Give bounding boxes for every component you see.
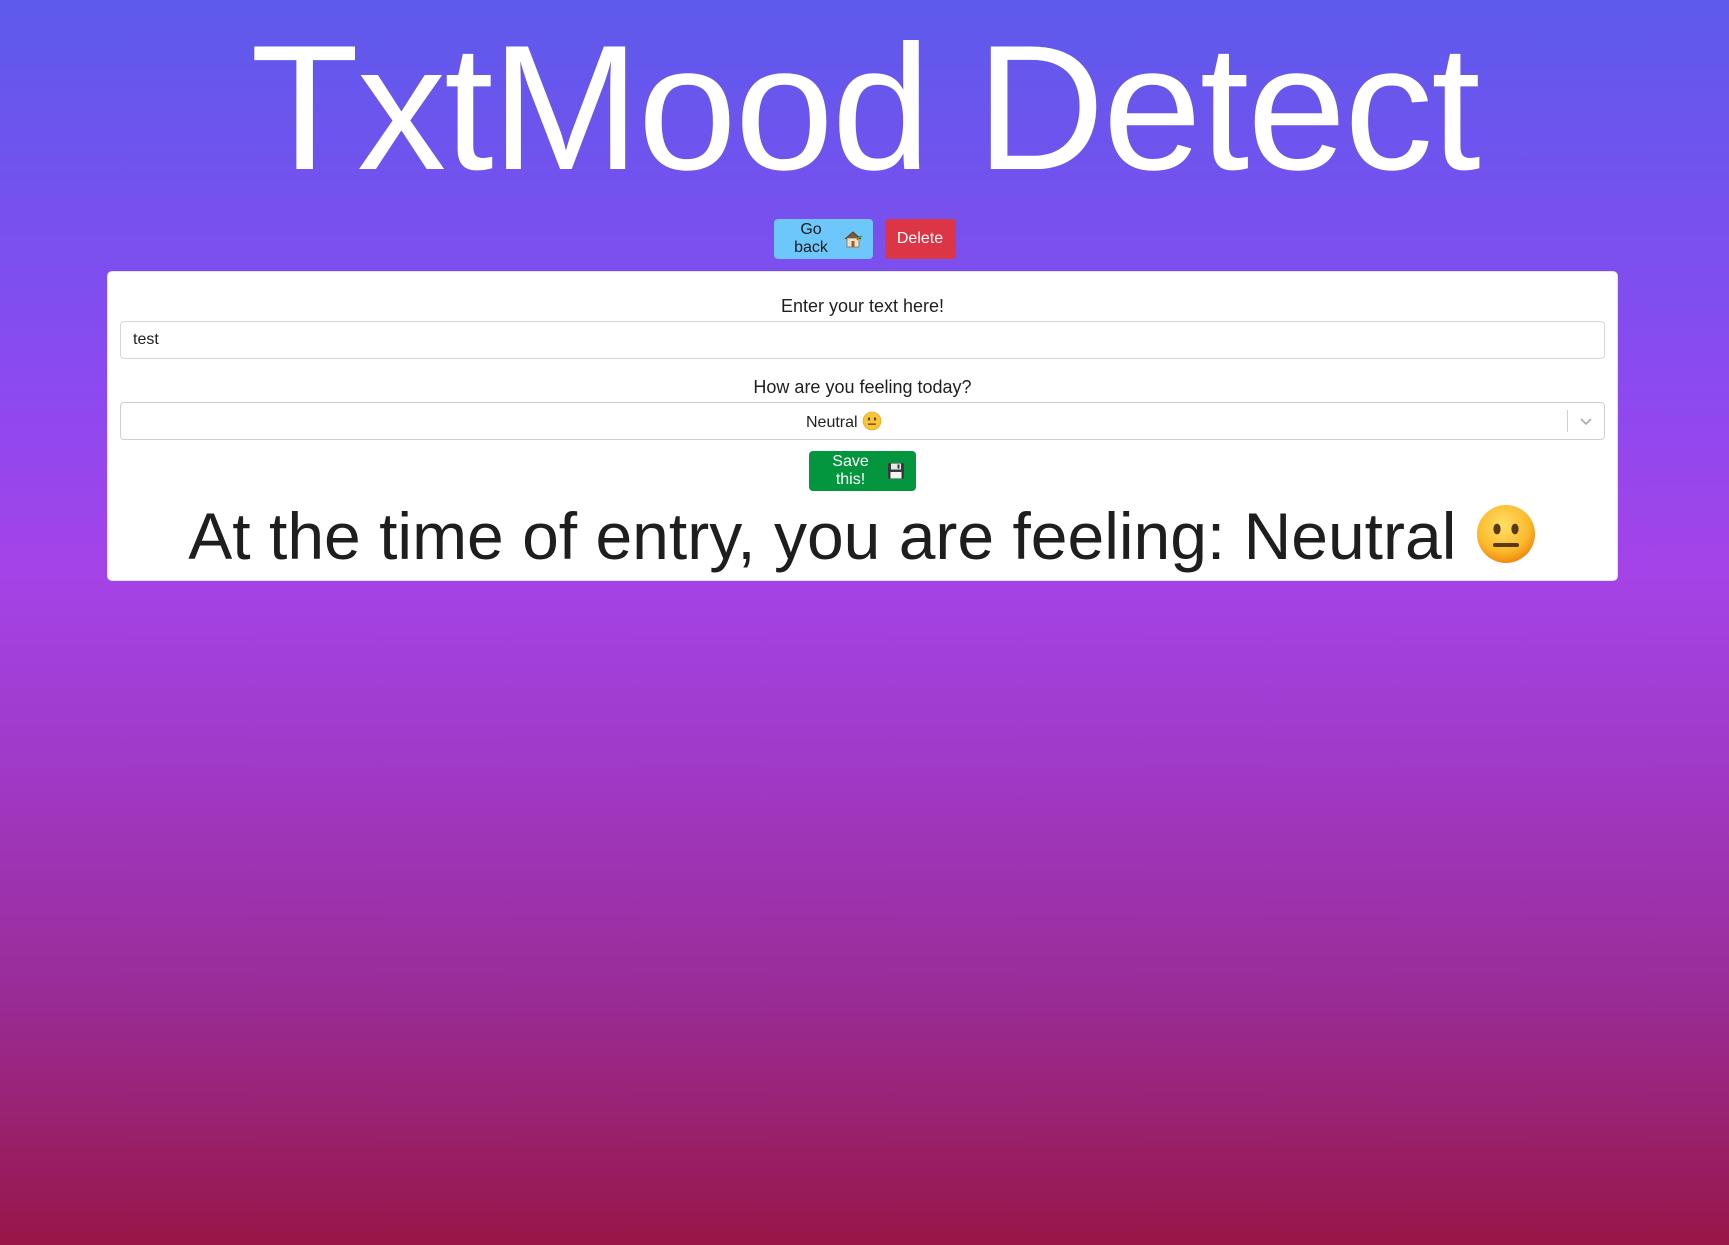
chevron-down-icon[interactable]: [1568, 403, 1604, 439]
house-icon: [843, 229, 863, 249]
text-input-label: Enter your text here!: [780, 296, 945, 316]
mood-result: At the time of entry, you are feeling: N…: [108, 496, 1617, 576]
neutral-face-icon: [862, 411, 882, 431]
entry-text-input[interactable]: [120, 321, 1605, 359]
mood-select-value-text: Neutral: [805, 413, 858, 431]
action-bar: Go back Delete: [0, 219, 1729, 259]
delete-button[interactable]: Delete: [884, 219, 956, 259]
save-label: Save this!: [832, 453, 869, 488]
go-back-label: Go back: [794, 221, 828, 256]
mood-select[interactable]: Neutral: [120, 402, 1605, 440]
mood-select-value: Neutral: [121, 411, 1567, 432]
floppy-disk-icon: [886, 461, 906, 481]
app-title: TxtMood Detect: [250, 8, 1480, 207]
entry-card: Enter your text here! How are you feelin…: [107, 271, 1618, 581]
go-back-button[interactable]: Go back: [773, 219, 873, 259]
mood-select-label: How are you feeling today?: [753, 377, 972, 397]
mood-result-text: At the time of entry, you are feeling: N…: [188, 499, 1457, 573]
save-button[interactable]: Save this!: [809, 451, 916, 491]
neutral-face-icon: [1475, 502, 1537, 564]
